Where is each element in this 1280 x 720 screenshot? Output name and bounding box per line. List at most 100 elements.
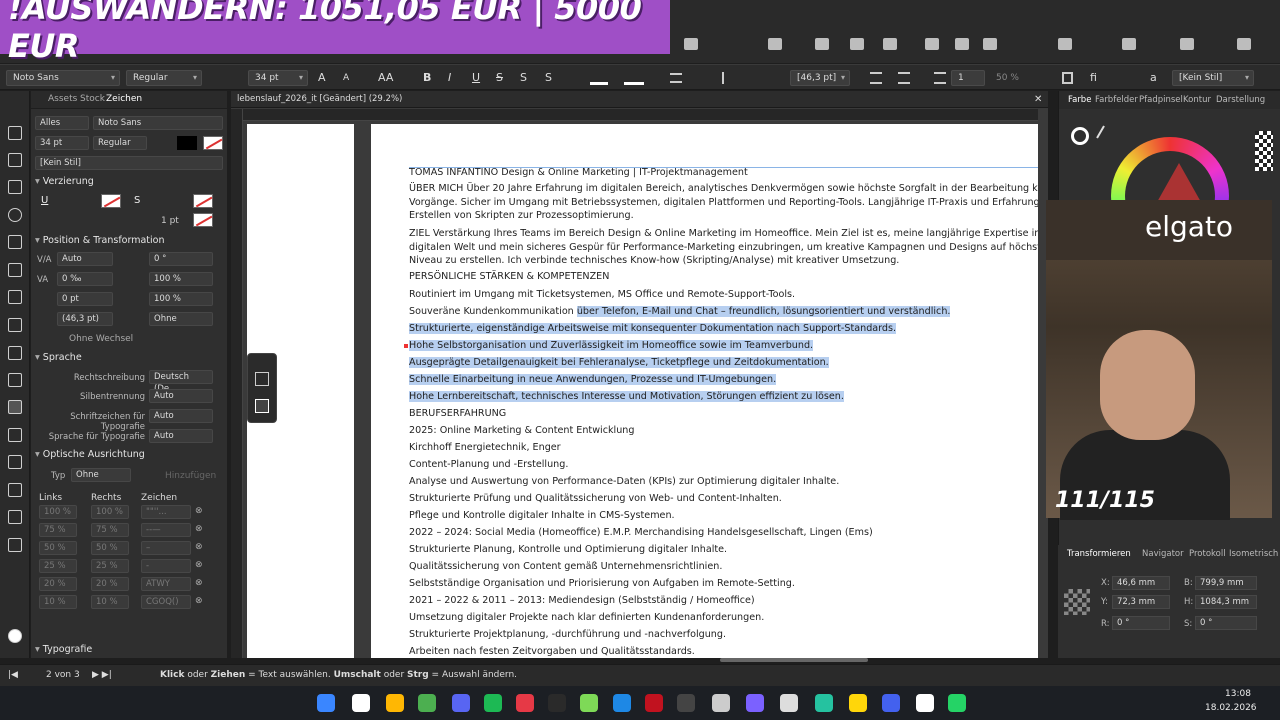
page-main[interactable]: TOMAS INFANTINO Design & Online Marketin… (371, 124, 1038, 658)
kerning-field[interactable]: 0 ‰ (57, 272, 113, 286)
document-line[interactable]: digitalen Welt und mein sicheres Gespür … (409, 241, 1038, 254)
gradient-tool-icon[interactable] (8, 208, 22, 222)
artistic-text-icon[interactable] (255, 399, 269, 413)
numbered-list-icon[interactable] (898, 72, 910, 84)
y-field[interactable]: 72,3 mm (1112, 595, 1170, 609)
crop-tool-icon[interactable] (8, 455, 22, 469)
text-fill-swatch[interactable] (177, 136, 197, 150)
taskbar-app-icon[interactable] (418, 694, 436, 712)
weight-select[interactable]: Regular (93, 136, 147, 150)
vertical-align-icon[interactable] (722, 72, 732, 84)
section-typografie[interactable]: Typografie (31, 642, 227, 658)
tab-navigator[interactable]: Navigator (1142, 549, 1184, 559)
taskbar-app-icon[interactable] (516, 694, 534, 712)
scope-select[interactable]: Alles (35, 116, 89, 130)
text-color-icon[interactable] (590, 71, 608, 85)
opacity-swatch[interactable] (1255, 131, 1273, 171)
optical-chars-field[interactable]: CGOQ() (141, 595, 191, 609)
zoom-field[interactable]: 50 % (996, 70, 1019, 86)
section-position[interactable]: Position & Transformation (31, 233, 227, 249)
decoration-color-swatch[interactable] (101, 194, 121, 208)
hscale-field[interactable]: 100 % (149, 272, 213, 286)
taskbar-app-icon[interactable] (882, 694, 900, 712)
taskbar-app-icon[interactable] (712, 694, 730, 712)
section-verzierung[interactable]: Verzierung (31, 174, 227, 190)
brush-tool-icon[interactable] (8, 290, 22, 304)
leading-field[interactable]: (46,3 pt) (57, 312, 113, 326)
optical-right-field[interactable]: 100 % (91, 505, 129, 519)
no-break-label[interactable]: Ohne Wechsel (69, 334, 133, 344)
color-swatch-icon[interactable] (8, 629, 22, 643)
tab-zeichen[interactable]: Zeichen (106, 94, 142, 104)
italic-button[interactable]: I (448, 70, 451, 86)
document-line[interactable]: Content-Planung und -Erstellung. (409, 458, 568, 471)
underline-button[interactable]: U (472, 70, 480, 86)
shape-tool-icon[interactable] (8, 373, 22, 387)
document-line[interactable]: 2021 – 2022 & 2011 – 2013: Mediendesign … (409, 594, 755, 607)
node-tool-icon[interactable] (8, 153, 22, 167)
align-icon[interactable] (670, 73, 682, 83)
document-tab[interactable]: lebenslauf_2026_it [Geändert] (29.2%) (231, 91, 1048, 108)
toolbar-icon[interactable] (1122, 38, 1136, 50)
tab-darstellung[interactable]: Darstellung (1216, 95, 1265, 105)
hyph-select[interactable]: Auto (149, 389, 213, 403)
taskbar-app-icon[interactable] (548, 694, 566, 712)
optical-left-field[interactable]: 75 % (39, 523, 77, 537)
optical-chars-field[interactable]: ""''... (141, 505, 191, 519)
decoration-color-swatch[interactable] (193, 213, 213, 227)
close-icon[interactable]: ✕ (1034, 94, 1042, 105)
section-optical[interactable]: Optische Ausrichtung (31, 447, 227, 463)
size-select[interactable]: 34 pt (35, 136, 89, 150)
section-sprache[interactable]: Sprache (31, 350, 227, 366)
taskbar-app-icon[interactable] (916, 694, 934, 712)
caps-select[interactable]: Ohne (149, 312, 213, 326)
taskbar-app-icon[interactable] (352, 694, 370, 712)
optical-left-field[interactable]: 50 % (39, 541, 77, 555)
optical-left-field[interactable]: 100 % (39, 505, 77, 519)
transparency-tool-icon[interactable] (8, 538, 22, 552)
toolbar-icon[interactable] (684, 38, 698, 50)
taskbar-app-icon[interactable] (386, 694, 404, 712)
vscale-field[interactable]: 100 % (149, 292, 213, 306)
document-line[interactable]: Niveau zu erstellen. Ich verbinde techni… (409, 254, 899, 267)
frame-icon[interactable] (1062, 72, 1073, 84)
align-tool-icon[interactable] (8, 483, 22, 497)
toolbar-icon[interactable] (1237, 38, 1251, 50)
artboard-tool-icon[interactable] (8, 126, 22, 140)
pen-tool-icon[interactable] (8, 235, 22, 249)
document-line[interactable]: Umsetzung digitaler Projekte nach klar d… (409, 611, 764, 624)
document-line[interactable]: Strukturierte Prüfung und Qualitätssiche… (409, 492, 782, 505)
text-stroke-swatch[interactable] (203, 136, 223, 150)
toolbar-icon[interactable] (850, 38, 864, 50)
toolbar-icon[interactable] (955, 38, 969, 50)
optical-right-field[interactable]: 75 % (91, 523, 129, 537)
shear-field[interactable]: 0 ° (1195, 616, 1257, 630)
toolbar-icon[interactable] (815, 38, 829, 50)
font-select[interactable]: Noto Sans (93, 116, 223, 130)
slant-field[interactable]: 0 ° (149, 252, 213, 266)
taskbar-app-icon[interactable] (580, 694, 598, 712)
optical-chars-field[interactable]: ATWY (141, 577, 191, 591)
tracking-field[interactable]: Auto (57, 252, 113, 266)
document-line[interactable]: BERUFSERFAHRUNG (409, 407, 506, 420)
document-line[interactable]: Schnelle Einarbeitung in neue Anwendunge… (409, 373, 777, 386)
rotation-field[interactable]: 0 ° (1112, 616, 1170, 630)
width-field[interactable]: 799,9 mm (1195, 576, 1257, 590)
rectangle-tool-icon[interactable] (8, 346, 22, 360)
optical-chars-field[interactable]: --— (141, 523, 191, 537)
bullet-list-icon[interactable] (870, 72, 882, 84)
taskbar-app-icon[interactable] (484, 694, 502, 712)
underline-toggle[interactable]: U (41, 195, 48, 206)
corner-tool-icon[interactable] (8, 180, 22, 194)
taskbar-app-icon[interactable] (780, 694, 798, 712)
toolbar-icon[interactable] (983, 38, 997, 50)
document-line[interactable]: Erstellen von Skripten zur Prozessoptimi… (409, 209, 634, 222)
toolbar-icon[interactable] (1058, 38, 1072, 50)
typo-lang-select[interactable]: Auto (149, 429, 213, 443)
document-line[interactable]: Arbeiten nach festen Zeitvorgaben und Qu… (409, 645, 695, 658)
highlight-color-icon[interactable] (624, 71, 644, 85)
spell-select[interactable]: Deutsch (De... (149, 370, 213, 394)
move-tool-icon[interactable] (8, 99, 22, 113)
eyedropper-icon[interactable] (1096, 125, 1112, 143)
optical-left-field[interactable]: 10 % (39, 595, 77, 609)
